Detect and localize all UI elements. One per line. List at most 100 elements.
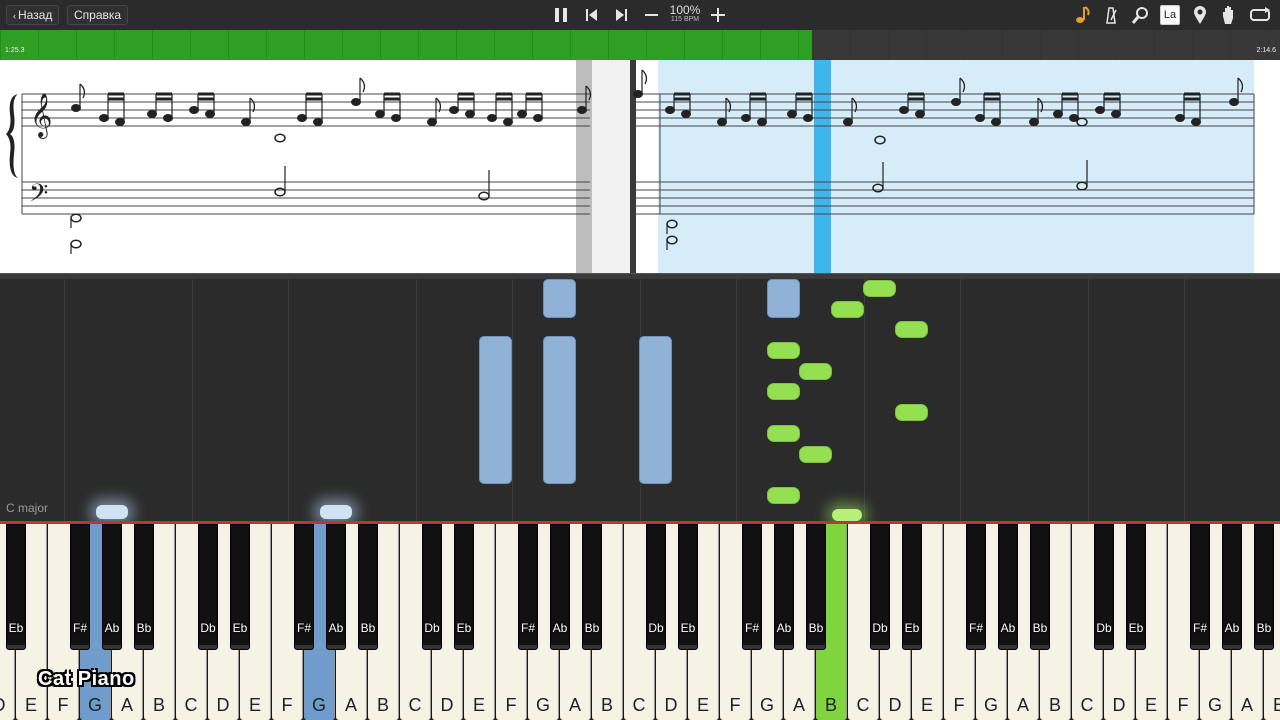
black-key-label: F# — [520, 621, 535, 635]
half-note-head — [274, 133, 286, 143]
black-key-ab[interactable]: Ab — [102, 524, 122, 650]
half-note-head — [274, 187, 286, 197]
black-key-ab[interactable]: Ab — [326, 524, 346, 650]
black-key-label: F# — [968, 621, 983, 635]
note-head — [503, 118, 513, 126]
black-key-bb[interactable]: Bb — [582, 524, 602, 650]
black-key-eb[interactable]: Eb — [1126, 524, 1146, 650]
white-key-label: B — [1048, 695, 1061, 715]
black-key-fsharp[interactable]: F# — [70, 524, 90, 650]
white-key-label: E — [1144, 695, 1157, 715]
black-key-eb[interactable]: Eb — [230, 524, 250, 650]
piano-tutorial-app: ‹ Назад Справка 100% 115 BPM La 1:25.3 2:… — [0, 0, 1280, 720]
black-key-eb[interactable]: Eb — [6, 524, 26, 650]
note-head — [1053, 110, 1063, 118]
note-head — [787, 110, 797, 118]
black-key-label: Bb — [360, 621, 376, 635]
black-key-label: Eb — [904, 621, 920, 635]
help-button[interactable]: Справка — [67, 5, 129, 25]
black-key-label: Bb — [584, 621, 600, 635]
black-key-db[interactable]: Db — [870, 524, 890, 650]
playhead-cursor — [814, 60, 831, 273]
note-head — [375, 110, 385, 118]
piano-keyboard[interactable]: DEFGABCDEFGABCDEFGABCDEFGABCDEFGABCDEFGA… — [0, 524, 1280, 720]
white-key-label: B — [824, 695, 837, 715]
white-key-label: D — [440, 695, 454, 715]
white-key-label: F — [729, 695, 741, 715]
black-key-fsharp[interactable]: F# — [518, 524, 538, 650]
pin-icon[interactable] — [1192, 5, 1208, 25]
skip-back-icon[interactable] — [584, 8, 600, 22]
white-key-label: D — [888, 695, 902, 715]
black-key-fsharp[interactable]: F# — [742, 524, 762, 650]
back-button[interactable]: ‹ Назад — [6, 5, 60, 25]
hand-icon[interactable] — [1220, 4, 1238, 26]
note-head — [517, 110, 527, 118]
progress-timeline[interactable]: 1:25.3 2:14.6 — [0, 30, 1280, 60]
black-key-fsharp[interactable]: F# — [966, 524, 986, 650]
white-key-label: G — [759, 695, 774, 715]
white-key-label: G — [535, 695, 550, 715]
top-toolbar: ‹ Назад Справка 100% 115 BPM La — [0, 0, 1280, 30]
black-key-eb[interactable]: Eb — [454, 524, 474, 650]
treble-clef-icon: 𝄞 — [30, 93, 52, 139]
white-key-label: E — [920, 695, 933, 715]
black-key-db[interactable]: Db — [198, 524, 218, 650]
minus-icon[interactable] — [644, 8, 660, 22]
black-key-ab[interactable]: Ab — [1222, 524, 1242, 650]
half-note-head — [70, 239, 82, 249]
falling-note-right-hand — [767, 425, 800, 442]
black-key-eb[interactable]: Eb — [678, 524, 698, 650]
falling-note-right-hand — [767, 342, 800, 359]
black-key-fsharp[interactable]: F# — [1190, 524, 1210, 650]
metronome-icon[interactable] — [1103, 5, 1119, 25]
white-key-label: G — [311, 695, 326, 715]
search-icon[interactable] — [1131, 5, 1151, 25]
black-key-bb[interactable]: Bb — [1254, 524, 1274, 650]
white-key-label: D — [0, 695, 14, 716]
black-key-eb[interactable]: Eb — [902, 524, 922, 650]
black-key-label: F# — [1192, 621, 1207, 635]
black-key-label: Db — [648, 621, 664, 635]
note-head — [391, 114, 401, 122]
selection-region — [658, 60, 1254, 273]
key-label-icon[interactable]: La — [1160, 5, 1180, 25]
black-key-bb[interactable]: Bb — [134, 524, 154, 650]
loop-icon[interactable] — [1248, 6, 1272, 24]
tempo-bpm: 115 BPM — [670, 16, 700, 23]
note-head — [633, 90, 643, 98]
black-key-ab[interactable]: Ab — [998, 524, 1018, 650]
black-key-ab[interactable]: Ab — [774, 524, 794, 650]
black-key-db[interactable]: Db — [422, 524, 442, 650]
white-key-label: B — [376, 695, 389, 715]
white-key-label: G — [1207, 695, 1222, 715]
black-key-bb[interactable]: Bb — [806, 524, 826, 650]
black-key-bb[interactable]: Bb — [358, 524, 378, 650]
white-key-label: C — [856, 695, 870, 715]
pause-icon[interactable] — [553, 7, 569, 23]
note-head — [741, 114, 751, 122]
black-key-db[interactable]: Db — [1094, 524, 1114, 650]
sheet-music[interactable]: 𝄞 𝄢 — [0, 60, 1280, 273]
black-key-ab[interactable]: Ab — [550, 524, 570, 650]
black-key-label: Eb — [456, 621, 472, 635]
note-head — [487, 114, 497, 122]
note-head — [951, 98, 961, 106]
black-key-label: Eb — [1128, 621, 1144, 635]
black-key-db[interactable]: Db — [646, 524, 666, 650]
falling-note-right-hand — [767, 383, 800, 400]
black-key-label: F# — [72, 621, 87, 635]
falling-note-left-hand — [543, 279, 576, 318]
black-key-bb[interactable]: Bb — [1030, 524, 1050, 650]
skip-forward-icon[interactable] — [613, 8, 629, 22]
note-icon[interactable] — [1074, 5, 1090, 25]
note-roll: C major — [0, 279, 1280, 522]
falling-note-right-hand — [767, 487, 800, 504]
white-key-label: B — [600, 695, 613, 715]
total-time: 2:14.6 — [1256, 47, 1276, 54]
black-key-label: Ab — [776, 621, 792, 635]
black-key-label: Db — [1096, 621, 1112, 635]
white-key-label: E — [472, 695, 485, 715]
black-key-fsharp[interactable]: F# — [294, 524, 314, 650]
plus-icon[interactable] — [710, 7, 726, 23]
